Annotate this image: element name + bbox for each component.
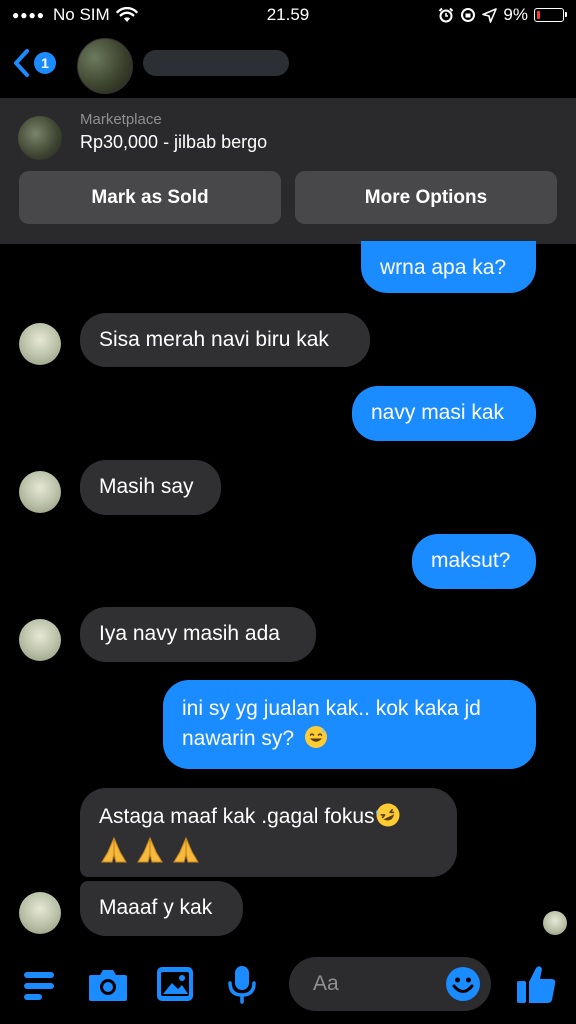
contact-name-redacted[interactable]: [143, 50, 289, 76]
message-input-placeholder: Aa: [313, 972, 339, 995]
message-text: Sisa merah navi biru kak: [99, 328, 329, 351]
menu-icon[interactable]: [22, 968, 58, 1004]
message-text: Maaaf y kak: [99, 896, 213, 919]
status-right: 9%: [438, 5, 567, 25]
folded-hands-icon: [101, 836, 127, 863]
listing-title[interactable]: Rp30,000 - jilbab bergo: [80, 132, 267, 153]
unread-badge: 1: [34, 52, 56, 74]
folded-hands-row: [99, 836, 438, 873]
message-bubble-incoming[interactable]: Maaaf y kak: [80, 881, 243, 936]
message-bubble-incoming[interactable]: Masih say: [80, 460, 221, 515]
message-bubble-outgoing[interactable]: wrna apa ka?: [361, 241, 536, 293]
message-bubble-incoming[interactable]: Sisa merah navi biru kak: [80, 313, 370, 367]
battery-percent: 9%: [503, 5, 528, 24]
message-bubble-outgoing[interactable]: maksut?: [412, 534, 536, 589]
message-text: wrna apa ka?: [380, 256, 507, 279]
sender-avatar[interactable]: [19, 323, 61, 365]
message-text-line-2: nawarin sy?: [182, 724, 517, 754]
message-text: Iya navy masih ada: [99, 622, 280, 645]
chevron-left-icon: [14, 49, 29, 77]
marketplace-panel: Marketplace Rp30,000 - jilbab bergo Mark…: [0, 98, 576, 244]
message-bubble-incoming[interactable]: Astaga maaf kak .gagal fokus: [80, 788, 457, 877]
listing-thumbnail[interactable]: [18, 116, 62, 160]
sender-avatar[interactable]: [19, 892, 61, 934]
message-text: maksut?: [431, 549, 511, 572]
folded-hands-icon: [172, 836, 199, 863]
location-arrow-icon: [482, 7, 498, 23]
folded-hands-icon: [136, 836, 163, 863]
smiling-face-with-sweat-icon: [304, 726, 327, 748]
emoji-button-icon[interactable]: [445, 966, 481, 1002]
message-text-line: Astaga maaf kak .gagal fokus: [99, 802, 438, 832]
rolling-on-the-floor-laughing-icon: [375, 803, 399, 827]
sender-avatar[interactable]: [19, 471, 61, 513]
mark-as-sold-button[interactable]: Mark as Sold: [19, 171, 281, 224]
message-bubble-outgoing[interactable]: ini sy yg jualan kak.. kok kaka jd nawar…: [163, 680, 536, 769]
conversation-header: 1: [0, 32, 576, 98]
alarm-icon: [439, 7, 454, 23]
message-text: Masih say: [99, 475, 194, 498]
battery-icon: [534, 8, 567, 22]
more-options-button[interactable]: More Options: [295, 171, 557, 224]
rotation-lock-icon: [461, 8, 476, 22]
gallery-icon[interactable]: [155, 965, 195, 1003]
back-button[interactable]: 1: [12, 48, 56, 78]
camera-icon[interactable]: [87, 967, 129, 1003]
message-bubble-incoming[interactable]: Iya navy masih ada: [80, 607, 316, 662]
contact-avatar[interactable]: [77, 38, 133, 94]
message-text: navy masi kak: [371, 401, 505, 424]
read-receipt-avatar: [543, 911, 567, 935]
marketplace-label: Marketplace: [80, 111, 162, 128]
message-input[interactable]: Aa: [289, 957, 491, 1011]
microphone-icon[interactable]: [226, 964, 258, 1004]
sender-avatar[interactable]: [19, 619, 61, 661]
status-bar: ●●●● No SIM 21.59 9%: [0, 0, 576, 32]
message-bubble-outgoing[interactable]: navy masi kak: [352, 386, 536, 441]
message-text-line: ini sy yg jualan kak.. kok kaka jd: [182, 697, 481, 720]
thumbs-up-icon[interactable]: [514, 962, 558, 1006]
